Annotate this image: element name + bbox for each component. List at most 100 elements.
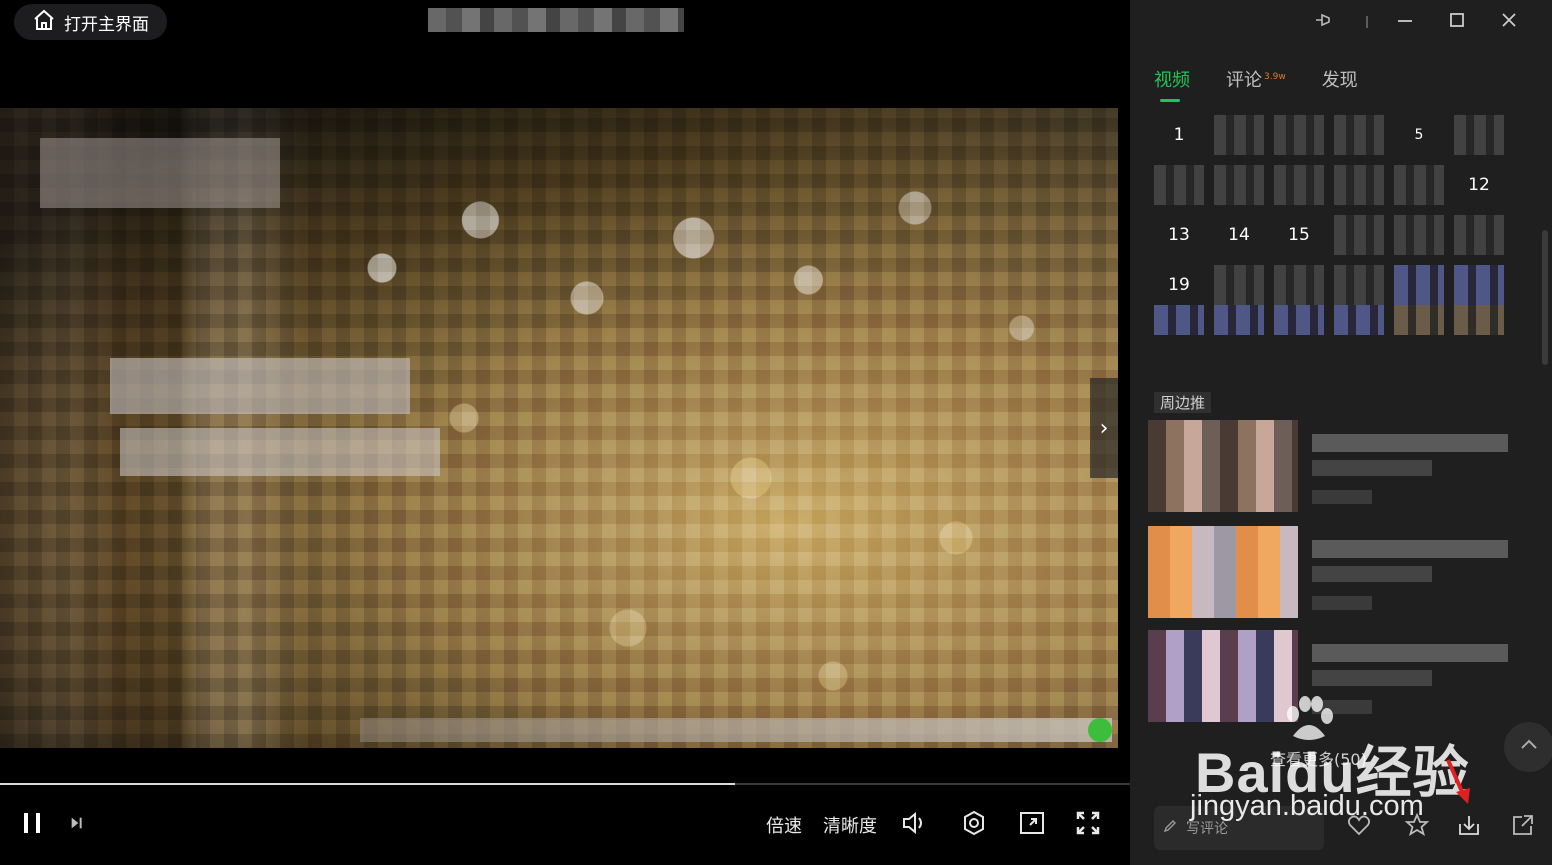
settings-button[interactable] — [956, 795, 992, 855]
episode-item-blurred[interactable] — [1154, 305, 1204, 335]
volume-button[interactable] — [896, 795, 932, 855]
episode-item-blurred[interactable] — [1214, 115, 1264, 155]
episode-item-blurred[interactable] — [1214, 265, 1264, 305]
related-section-title: 周边推 — [1154, 392, 1212, 413]
episode-item-blurred[interactable] — [1394, 265, 1444, 305]
related-video-item[interactable] — [1148, 526, 1528, 618]
mini-window-button[interactable] — [1014, 795, 1050, 855]
tab-discover-label: 发现 — [1321, 70, 1358, 91]
episode-item-blurred[interactable] — [1454, 215, 1504, 255]
danmaku-send-icon[interactable] — [1088, 718, 1112, 742]
download-icon — [1456, 812, 1482, 842]
skip-next-icon — [67, 813, 87, 837]
tab-discover[interactable]: 发现 — [1322, 66, 1358, 92]
episode-item-blurred[interactable] — [1334, 265, 1384, 305]
related-video-thumbnail — [1148, 526, 1298, 618]
paw-icon — [1287, 696, 1333, 740]
related-video-meta-blurred — [1312, 670, 1432, 686]
tab-comments-label: 评论 — [1226, 70, 1262, 91]
progress-bar[interactable] — [0, 783, 1130, 785]
quality-button[interactable]: 清晰度 — [820, 795, 880, 855]
red-annotation-arrow — [1446, 759, 1470, 804]
comment-count-badge: 3.9w — [1264, 72, 1286, 82]
fullscreen-icon — [1073, 808, 1103, 842]
hexagon-settings-icon — [959, 808, 989, 842]
next-video-chevron[interactable]: › — [1090, 378, 1118, 478]
pin-button[interactable] — [1306, 6, 1340, 38]
speaker-icon — [899, 808, 929, 842]
sidebar-tabs: 视频 评论 3.9w 发现 — [1154, 66, 1358, 102]
open-main-window-label: 打开主界面 — [64, 14, 149, 35]
player-controls: 倍速 清晰度 — [0, 795, 1130, 855]
episode-item-blurred[interactable] — [1454, 265, 1504, 305]
tab-video[interactable]: 视频 — [1154, 66, 1190, 102]
episode-item-blurred[interactable] — [1274, 165, 1324, 205]
open-main-window-button[interactable]: 打开主界面 — [14, 4, 167, 40]
episode-item-blurred[interactable] — [1214, 305, 1264, 335]
episode-item-blurred[interactable] — [1334, 305, 1384, 335]
minimize-icon — [1395, 10, 1415, 34]
episode-item-blurred[interactable] — [1274, 265, 1324, 305]
pause-icon — [17, 808, 47, 842]
video-frame[interactable]: › — [0, 108, 1118, 748]
episode-item[interactable]: 1 — [1154, 115, 1204, 155]
maximize-icon — [1447, 10, 1467, 34]
related-video-meta-blurred — [1312, 596, 1372, 610]
blurred-overlay-text — [110, 358, 410, 414]
episode-item-blurred[interactable] — [1214, 165, 1264, 205]
episode-item-blurred[interactable] — [1274, 305, 1324, 335]
picture-in-picture-icon — [1017, 808, 1047, 842]
maximize-button[interactable] — [1440, 6, 1474, 38]
blurred-overlay-text — [120, 428, 440, 476]
episode-item-blurred[interactable] — [1454, 115, 1504, 155]
episode-item[interactable]: 5 — [1394, 115, 1444, 155]
pause-button[interactable] — [12, 795, 52, 855]
episode-item-blurred[interactable] — [1394, 215, 1444, 255]
progress-fill — [0, 783, 735, 785]
episode-item-blurred[interactable] — [1334, 215, 1384, 255]
share-external-icon — [1510, 812, 1536, 842]
related-video-meta-blurred — [1312, 460, 1432, 476]
episode-item-blurred[interactable] — [1394, 165, 1444, 205]
blurred-overlay-text — [40, 138, 280, 208]
episode-item-blurred[interactable] — [1334, 165, 1384, 205]
related-video-title-blurred — [1312, 434, 1508, 452]
episode-item[interactable]: 12 — [1454, 165, 1504, 205]
danmaku-input-blurred[interactable] — [360, 718, 1112, 742]
related-video-meta-blurred — [1312, 566, 1432, 582]
video-title-blurred — [428, 8, 684, 32]
episode-item-blurred[interactable] — [1394, 305, 1444, 335]
related-video-title-blurred — [1312, 644, 1508, 662]
episode-item[interactable]: 19 — [1154, 265, 1204, 305]
speed-button[interactable]: 倍速 — [760, 795, 808, 855]
episode-item[interactable]: 13 — [1154, 215, 1204, 255]
sidebar-scrollbar[interactable] — [1542, 230, 1548, 365]
share-button[interactable] — [1506, 810, 1540, 844]
home-icon — [32, 8, 56, 37]
baidu-watermark-url: jingyan.baidu.com — [1190, 790, 1424, 822]
related-video-title-blurred — [1312, 540, 1508, 558]
close-button[interactable] — [1492, 6, 1526, 38]
next-button[interactable] — [62, 795, 92, 855]
chevron-up-icon — [1518, 734, 1540, 760]
minimize-button[interactable] — [1388, 6, 1422, 38]
episode-item[interactable]: 14 — [1214, 215, 1264, 255]
fullscreen-button[interactable] — [1070, 795, 1106, 855]
download-button[interactable] — [1452, 810, 1486, 844]
tab-video-label: 视频 — [1154, 70, 1190, 91]
related-video-thumbnail — [1148, 630, 1298, 722]
related-video-meta-blurred — [1312, 490, 1372, 504]
video-player: 打开主界面 › 倍速 清晰度 — [0, 0, 1130, 865]
episode-item-blurred[interactable] — [1454, 305, 1504, 335]
pin-icon — [1313, 10, 1333, 34]
tab-comments[interactable]: 评论 3.9w — [1226, 66, 1286, 92]
close-icon — [1499, 10, 1519, 34]
episode-item[interactable]: 15 — [1274, 215, 1324, 255]
episode-item-blurred[interactable] — [1274, 115, 1324, 155]
pencil-icon — [1162, 818, 1178, 838]
back-to-top-button[interactable] — [1504, 722, 1552, 772]
divider — [1350, 6, 1384, 38]
related-video-item[interactable] — [1148, 420, 1528, 512]
episode-item-blurred[interactable] — [1334, 115, 1384, 155]
episode-item-blurred[interactable] — [1154, 165, 1204, 205]
